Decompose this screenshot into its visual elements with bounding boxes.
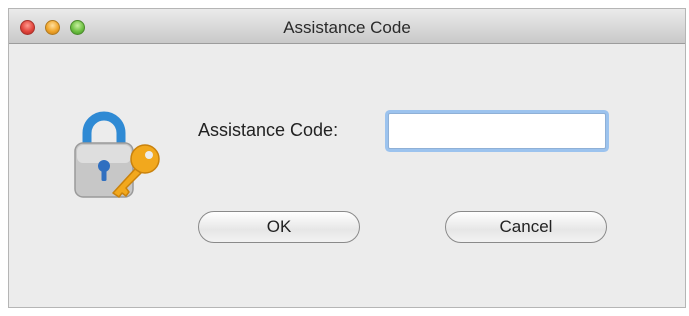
assistance-code-label: Assistance Code: (198, 120, 339, 140)
cancel-button[interactable]: Cancel (445, 211, 607, 243)
title-bar[interactable]: Assistance Code (9, 9, 685, 44)
ok-button[interactable]: OK (198, 211, 360, 243)
assistance-code-dialog: Assistance Code Assistance Code: OK Canc… (8, 8, 686, 308)
assistance-code-input[interactable] (388, 113, 606, 149)
window-title: Assistance Code (283, 18, 411, 37)
lock-with-key-icon (74, 111, 160, 198)
